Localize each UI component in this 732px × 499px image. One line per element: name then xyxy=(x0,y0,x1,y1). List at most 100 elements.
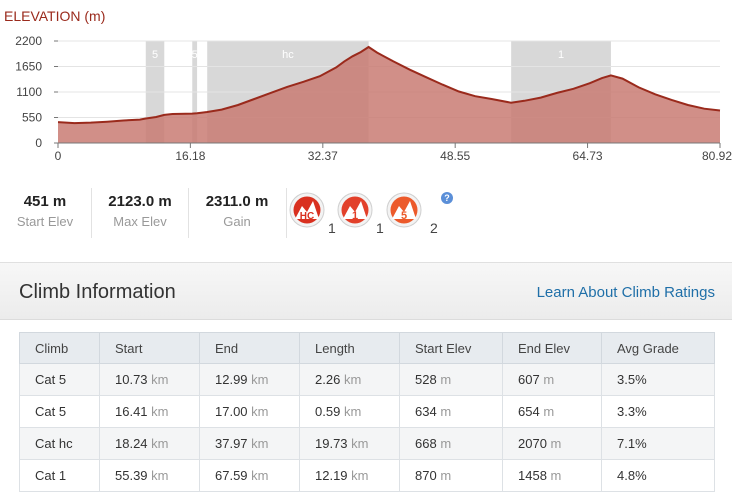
col-header-end[interactable]: End xyxy=(199,332,300,364)
length-cell-unit: km xyxy=(351,468,369,483)
table-row[interactable]: Cat 5 10.73 km 12.99 km 2.26 km 528 m 607 m 3.… xyxy=(19,363,715,396)
length-cell: 2.26 km xyxy=(299,363,400,396)
end-elev-cell-unit: m xyxy=(550,436,562,451)
end-elev-cell-value: 2070 xyxy=(518,436,547,451)
start-elev-cell: 870 m xyxy=(399,459,503,492)
start-elev-cell-unit: m xyxy=(440,372,452,387)
climb-cat5-icon[interactable]: 5 xyxy=(386,192,422,228)
climb-cell: Cat 5 xyxy=(19,363,100,396)
learn-climb-ratings-link[interactable]: Learn About Climb Ratings xyxy=(537,284,715,301)
climb-cell-value: Cat 5 xyxy=(35,372,67,387)
col-header-length[interactable]: Length xyxy=(299,332,400,364)
end-elev-cell: 654 m xyxy=(502,395,602,428)
max-elev-value: 2123.0 m xyxy=(108,193,172,210)
start-cell-value: 55.39 xyxy=(115,468,148,483)
start-elev-cell: 634 m xyxy=(399,395,503,428)
start-cell-value: 10.73 xyxy=(115,372,148,387)
end-cell-value: 37.97 xyxy=(215,436,248,451)
end-cell-value: 17.00 xyxy=(215,404,248,419)
end-cell-unit: km xyxy=(251,404,269,419)
x-tick-label: 0 xyxy=(55,149,62,163)
col-header-start[interactable]: Start xyxy=(99,332,200,364)
y-tick-label: 0 xyxy=(35,136,42,150)
max-elev-stat: 2123.0 m Max Elev xyxy=(92,182,188,238)
gain-label: Gain xyxy=(223,214,251,229)
start-cell-unit: km xyxy=(151,436,169,451)
start-elev-cell: 668 m xyxy=(399,427,503,460)
end-elev-cell-value: 1458 xyxy=(518,468,547,483)
climb-cell-value: Cat 1 xyxy=(35,468,67,483)
length-cell-value: 0.59 xyxy=(315,404,341,419)
climb-cell-value: Cat hc xyxy=(35,436,73,451)
length-cell-unit: km xyxy=(351,436,369,451)
start-elev-cell-unit: m xyxy=(440,404,452,419)
table-row[interactable]: Cat 1 55.39 km 67.59 km 12.19 km 870 m 1458 m… xyxy=(19,459,715,492)
grade-cell-value: 3.3% xyxy=(617,404,647,419)
col-header-end-elev[interactable]: End Elev xyxy=(502,332,602,364)
end-cell-unit: km xyxy=(251,436,269,451)
end-elev-cell-value: 607 xyxy=(518,372,540,387)
section-title: Climb Information xyxy=(19,281,176,303)
length-cell: 12.19 km xyxy=(299,459,400,492)
grade-cell: 4.8% xyxy=(601,459,715,492)
start-elev-cell: 528 m xyxy=(399,363,503,396)
x-tick-label: 32.37 xyxy=(308,149,338,163)
climb-information-header: Climb Information Learn About Climb Rati… xyxy=(0,262,732,320)
end-elev-cell: 1458 m xyxy=(502,459,602,492)
start-cell: 55.39 km xyxy=(99,459,200,492)
elevation-chart[interactable]: ELEVATION (m) 5 5 hc 1 2200 1650 1100 550 00 16.18… xyxy=(0,0,732,170)
grade-cell: 3.3% xyxy=(601,395,715,428)
climb-cell: Cat hc xyxy=(19,427,100,460)
gain-stat: 2311.0 m Gain xyxy=(189,182,285,238)
end-cell: 17.00 km xyxy=(199,395,300,428)
badge-label: 1 xyxy=(352,210,358,222)
grade-cell-value: 4.8% xyxy=(617,468,647,483)
table-row[interactable]: Cat hc 18.24 km 37.97 km 19.73 km 668 m 2070 … xyxy=(19,427,715,460)
end-elev-cell-unit: m xyxy=(543,372,555,387)
start-cell: 10.73 km xyxy=(99,363,200,396)
table-row[interactable]: Cat 5 16.41 km 17.00 km 0.59 km 634 m 654 m 3.… xyxy=(19,395,715,428)
climb-table: Climb Start End Length Start Elev End El… xyxy=(19,332,715,492)
x-tick-label: 80.92 xyxy=(702,149,732,163)
col-header-start-elev[interactable]: Start Elev xyxy=(399,332,503,364)
climb-band-label: 1 xyxy=(558,49,564,61)
end-cell: 67.59 km xyxy=(199,459,300,492)
table-header-row: Climb Start End Length Start Elev End El… xyxy=(19,332,715,364)
chart-title: ELEVATION (m) xyxy=(4,8,105,24)
start-elev-cell-unit: m xyxy=(440,468,452,483)
length-cell: 0.59 km xyxy=(299,395,400,428)
col-header-climb[interactable]: Climb xyxy=(19,332,100,364)
climb-cat1-icon[interactable]: 1 xyxy=(337,192,373,228)
help-icon[interactable]: ? xyxy=(441,192,453,204)
y-tick-label: 1100 xyxy=(16,85,42,99)
start-elev-cell-value: 528 xyxy=(415,372,437,387)
col-header-avg-grade[interactable]: Avg Grade xyxy=(601,332,715,364)
length-cell-unit: km xyxy=(343,404,362,419)
end-elev-cell: 607 m xyxy=(502,363,602,396)
grade-cell-value: 7.1% xyxy=(617,436,647,451)
climb-cell: Cat 1 xyxy=(19,459,100,492)
max-elev-label: Max Elev xyxy=(113,214,167,229)
climb-hc-icon[interactable]: HC xyxy=(289,192,325,228)
y-tick-label: 550 xyxy=(22,111,42,125)
badge-count: 1 xyxy=(328,220,336,236)
start-elev-cell-value: 870 xyxy=(415,468,437,483)
start-elev-label: Start Elev xyxy=(16,214,74,229)
x-tick-label: 48.55 xyxy=(440,149,470,163)
climb-band-label: hc xyxy=(282,49,294,61)
end-elev-cell-unit: m xyxy=(550,468,562,483)
x-tick-label: 64.73 xyxy=(573,149,603,163)
end-cell-unit: km xyxy=(251,468,269,483)
start-cell-value: 18.24 xyxy=(115,436,148,451)
climb-band-label: 5 xyxy=(152,49,158,61)
start-elev-value: 451 m xyxy=(23,193,67,210)
y-tick-label: 1650 xyxy=(15,60,42,74)
end-elev-cell: 2070 m xyxy=(502,427,602,460)
start-elev-cell-value: 668 xyxy=(415,436,437,451)
end-cell-value: 67.59 xyxy=(215,468,248,483)
start-elev-cell-value: 634 xyxy=(415,404,437,419)
start-cell: 18.24 km xyxy=(99,427,200,460)
end-cell: 12.99 km xyxy=(199,363,300,396)
length-cell-value: 2.26 xyxy=(315,372,341,387)
start-cell-unit: km xyxy=(151,468,169,483)
